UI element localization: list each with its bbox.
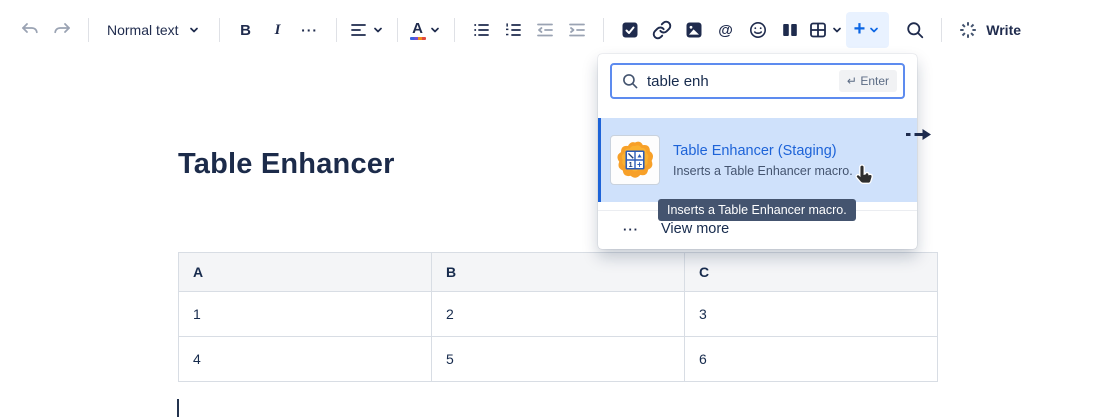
svg-text:1: 1: [629, 160, 633, 169]
text-color-icon: A: [410, 21, 426, 40]
link-icon: [652, 20, 672, 40]
emoji-icon: [748, 20, 768, 40]
hand-cursor-icon: [852, 163, 876, 191]
macro-search-box[interactable]: ↵ Enter: [610, 63, 905, 99]
indent-icon: [567, 20, 587, 40]
link-button[interactable]: [646, 14, 678, 46]
page-title[interactable]: Table Enhancer: [178, 148, 395, 181]
table-dropdown[interactable]: [806, 14, 846, 46]
undo-icon: [20, 20, 40, 40]
outdent-button[interactable]: [529, 14, 561, 46]
color-bar-icon: [410, 37, 426, 40]
chevron-down-icon: [428, 23, 442, 37]
table-cell[interactable]: 3: [685, 292, 938, 337]
text-caret: [177, 399, 179, 417]
search-icon: [621, 72, 639, 90]
mention-icon: @: [718, 22, 733, 39]
outdent-icon: [535, 20, 555, 40]
macro-search-input[interactable]: [647, 73, 831, 90]
insert-indicator-arrow-icon: [906, 128, 932, 141]
toolbar-divider: [397, 18, 398, 42]
chevron-down-icon: [867, 23, 881, 37]
content-table: A B C 1 2 3 4 5 6: [178, 252, 938, 382]
emoji-button[interactable]: [742, 14, 774, 46]
more-icon: ···: [301, 22, 318, 38]
table-cell[interactable]: 2: [432, 292, 685, 337]
insert-plus-dropdown[interactable]: +: [846, 12, 890, 48]
confluence-editor: Normal text B I ··· A: [0, 0, 1119, 418]
undo-button[interactable]: [14, 14, 46, 46]
view-more-link[interactable]: View more: [661, 221, 729, 237]
numbered-list-icon: [503, 20, 523, 40]
enter-hint-label: Enter: [860, 74, 889, 88]
enter-hint-badge: ↵ Enter: [839, 70, 897, 92]
table-header-cell[interactable]: C: [685, 253, 938, 292]
numbered-list-button[interactable]: [497, 14, 529, 46]
macro-result-subtitle: Inserts a Table Enhancer macro.: [673, 164, 853, 178]
align-left-icon: [349, 20, 369, 40]
task-checkbox-icon: [620, 20, 640, 40]
more-formatting-button[interactable]: ···: [294, 14, 326, 46]
text-style-label: Normal text: [107, 22, 179, 38]
text-color-label: A: [412, 21, 423, 36]
image-button[interactable]: [678, 14, 710, 46]
toolbar-divider: [336, 18, 337, 42]
italic-button[interactable]: I: [262, 14, 294, 46]
toolbar-divider: [941, 18, 942, 42]
return-icon: ↵: [847, 74, 857, 88]
table-enhancer-logo-icon: 1 +: [610, 135, 660, 185]
bullet-list-button[interactable]: [465, 14, 497, 46]
bullet-list-icon: [471, 20, 491, 40]
write-label: Write: [986, 22, 1021, 38]
text-style-dropdown[interactable]: Normal text: [99, 14, 209, 46]
search-button[interactable]: [899, 14, 931, 46]
chevron-down-icon: [830, 23, 844, 37]
macro-result-text: Table Enhancer (Staging) Inserts a Table…: [673, 142, 853, 178]
macro-result-title: Table Enhancer (Staging): [673, 142, 853, 161]
table-header-cell[interactable]: A: [179, 253, 432, 292]
toolbar-divider: [603, 18, 604, 42]
redo-button[interactable]: [46, 14, 78, 46]
redo-icon: [52, 20, 72, 40]
bold-button[interactable]: B: [230, 14, 262, 46]
layout-button[interactable]: [774, 14, 806, 46]
table-cell[interactable]: 1: [179, 292, 432, 337]
write-mode-button[interactable]: Write: [952, 14, 1027, 46]
table-cell[interactable]: 5: [432, 337, 685, 382]
table-cell[interactable]: 6: [685, 337, 938, 382]
sparkle-burst-icon: [958, 20, 978, 40]
ellipsis-icon: ···: [623, 222, 639, 237]
indent-button[interactable]: [561, 14, 593, 46]
toolbar-divider: [219, 18, 220, 42]
chevron-down-icon: [187, 23, 201, 37]
svg-text:+: +: [637, 159, 642, 169]
task-button[interactable]: [614, 14, 646, 46]
table-header-row: A B C: [179, 253, 938, 292]
tooltip: Inserts a Table Enhancer macro.: [658, 199, 856, 221]
editor-toolbar: Normal text B I ··· A: [14, 8, 1119, 52]
toolbar-divider: [454, 18, 455, 42]
table-row: 1 2 3: [179, 292, 938, 337]
table-grid-icon: [808, 20, 828, 40]
italic-label: I: [275, 22, 281, 39]
toolbar-divider: [88, 18, 89, 42]
table-header-cell[interactable]: B: [432, 253, 685, 292]
mention-button[interactable]: @: [710, 14, 742, 46]
layout-columns-icon: [780, 20, 800, 40]
table-row: 4 5 6: [179, 337, 938, 382]
bold-label: B: [240, 22, 251, 39]
search-icon: [905, 20, 925, 40]
alignment-dropdown[interactable]: [347, 14, 387, 46]
text-color-dropdown[interactable]: A: [408, 14, 444, 46]
plus-icon: +: [854, 19, 866, 39]
image-icon: [684, 20, 704, 40]
table-cell[interactable]: 4: [179, 337, 432, 382]
chevron-down-icon: [371, 23, 385, 37]
